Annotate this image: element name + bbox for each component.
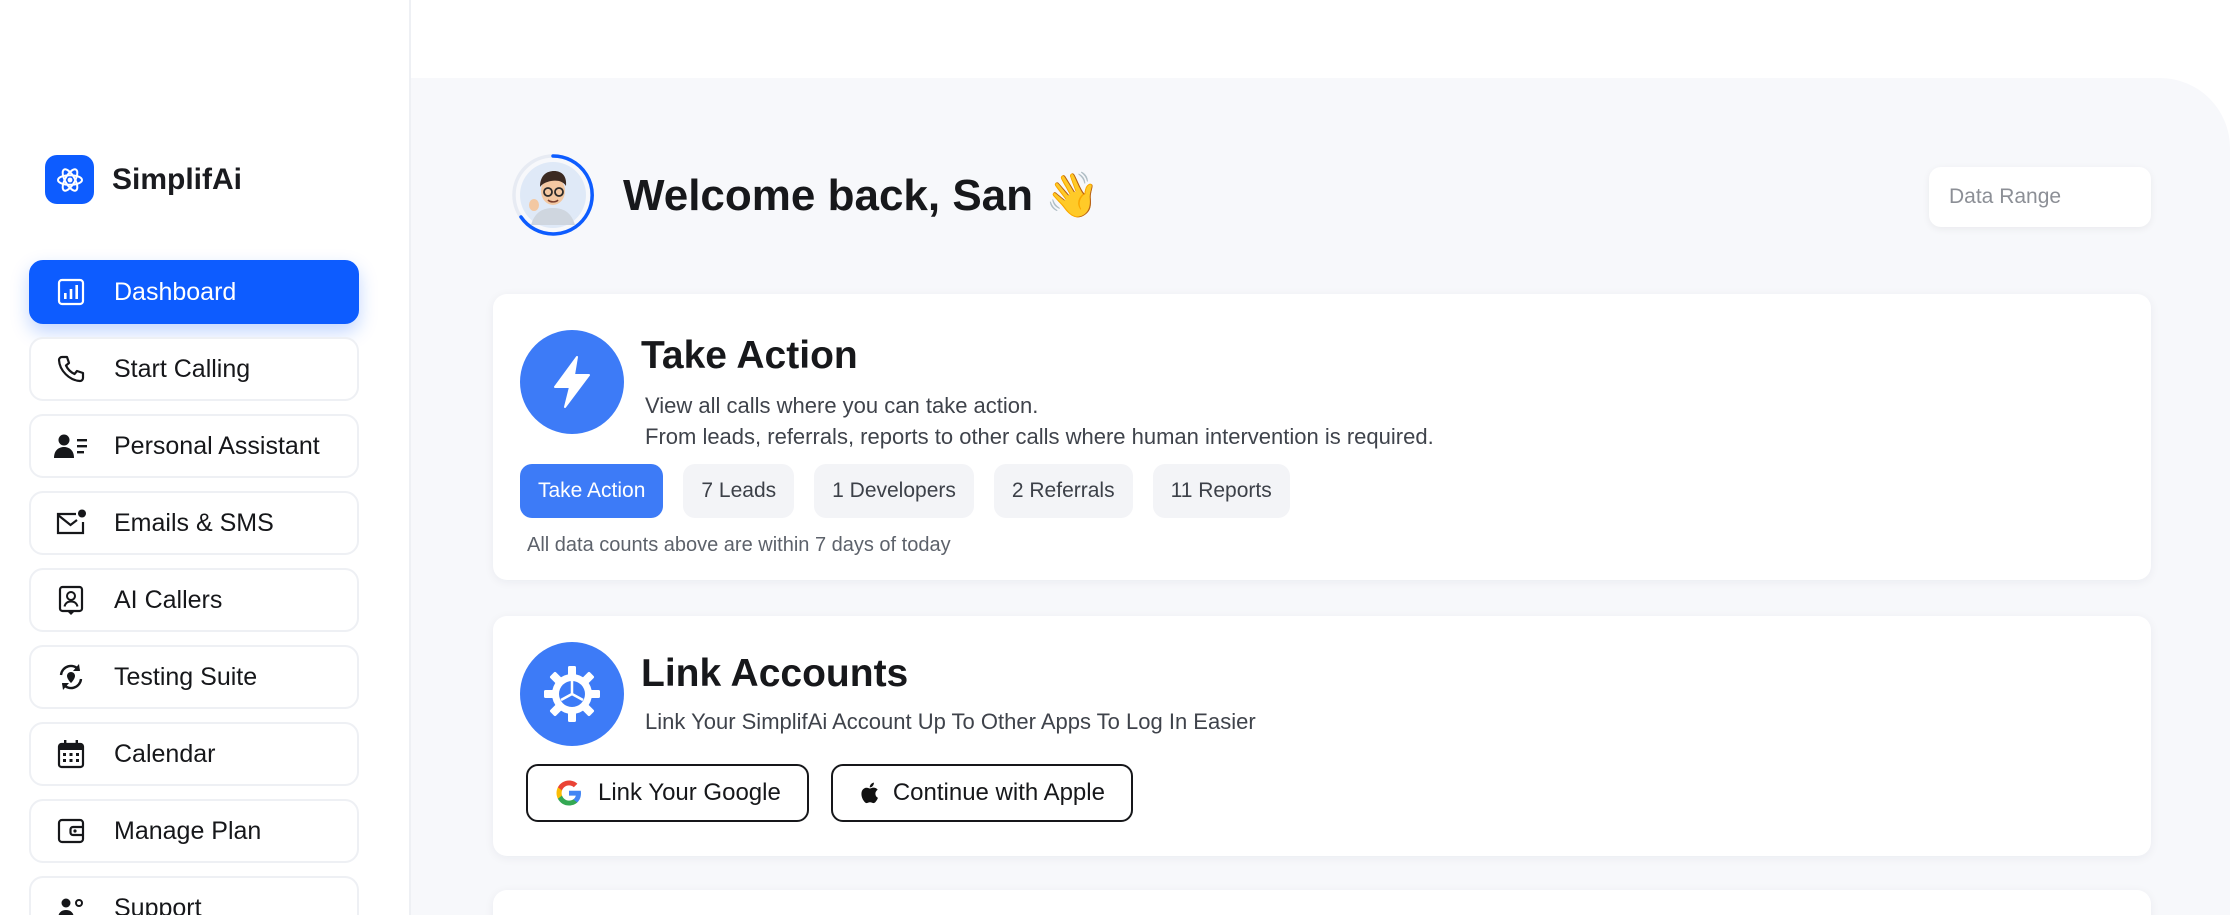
take-action-desc-line1: View all calls where you can take action… xyxy=(645,393,1039,418)
id-card-icon xyxy=(53,582,89,618)
sidebar-item-personal-assistant[interactable]: Personal Assistant xyxy=(29,414,359,478)
avatar[interactable] xyxy=(511,153,595,237)
take-action-card: Take Action View all calls where you can… xyxy=(493,294,2151,580)
sidebar-item-label: AI Callers xyxy=(114,585,223,614)
sidebar-item-support[interactable]: Support xyxy=(29,876,359,915)
sidebar-item-manage-plan[interactable]: Manage Plan xyxy=(29,799,359,863)
link-accounts-card: Link Accounts Link Your SimplifAi Accoun… xyxy=(493,616,2151,856)
link-accounts-description: Link Your SimplifAi Account Up To Other … xyxy=(645,709,1256,734)
link-accounts-title: Link Accounts xyxy=(641,652,909,695)
sidebar-nav: Dashboard Start Calling Personal Assista… xyxy=(29,260,359,915)
calendar-icon xyxy=(53,736,89,772)
sidebar-item-label: Calendar xyxy=(114,739,216,768)
data-count-note: All data counts above are within 7 days … xyxy=(527,534,951,556)
support-icon xyxy=(53,890,89,915)
date-range-input[interactable]: Data Range xyxy=(1929,167,2151,227)
google-icon xyxy=(554,778,584,808)
phone-icon xyxy=(53,351,89,387)
brand[interactable]: SimplifAi xyxy=(45,155,242,204)
next-card xyxy=(493,890,2151,915)
chip-referrals[interactable]: 2 Referrals xyxy=(993,464,1133,518)
sidebar-item-start-calling[interactable]: Start Calling xyxy=(29,337,359,401)
lightning-icon xyxy=(520,330,624,434)
mail-icon xyxy=(53,505,89,541)
sidebar-item-label: Support xyxy=(114,893,202,915)
page-header: Welcome back, San 👋 xyxy=(511,153,1100,237)
sidebar-item-label: Start Calling xyxy=(114,354,251,383)
user-list-icon xyxy=(53,428,89,464)
sidebar: SimplifAi Dashboard Start Calling Person… xyxy=(0,0,411,915)
apple-icon xyxy=(859,781,879,805)
take-action-filter-chips: Take Action 7 Leads 1 Developers 2 Refer… xyxy=(520,464,1310,518)
chip-developers[interactable]: 1 Developers xyxy=(814,464,974,518)
take-action-description: View all calls where you can take action… xyxy=(645,390,1434,452)
chip-reports[interactable]: 11 Reports xyxy=(1152,464,1290,518)
chip-take-action[interactable]: Take Action xyxy=(520,464,664,518)
oauth-buttons: Link Your Google Continue with Apple xyxy=(526,764,1155,822)
sidebar-item-label: Testing Suite xyxy=(114,662,258,691)
main-content: Welcome back, San 👋 Data Range Take Acti… xyxy=(411,78,2230,915)
take-action-title: Take Action xyxy=(641,334,858,377)
brand-name: SimplifAi xyxy=(112,162,243,196)
link-google-button[interactable]: Link Your Google xyxy=(526,764,809,822)
chip-leads[interactable]: 7 Leads xyxy=(683,464,795,518)
sidebar-item-label: Manage Plan xyxy=(114,816,262,845)
wallet-icon xyxy=(53,813,89,849)
sidebar-item-label: Emails & SMS xyxy=(114,508,274,537)
gear-icon xyxy=(520,642,624,746)
sidebar-item-dashboard[interactable]: Dashboard xyxy=(29,260,359,324)
take-action-desc-line2: From leads, referrals, reports to other … xyxy=(645,424,1434,449)
link-google-label: Link Your Google xyxy=(598,779,781,806)
sidebar-item-label: Dashboard xyxy=(114,277,237,306)
continue-with-apple-button[interactable]: Continue with Apple xyxy=(830,764,1133,822)
refresh-pin-icon xyxy=(53,659,89,695)
welcome-heading: Welcome back, San 👋 xyxy=(623,171,1101,220)
sidebar-item-ai-callers[interactable]: AI Callers xyxy=(29,568,359,632)
continue-with-apple-label: Continue with Apple xyxy=(892,779,1105,806)
sidebar-item-label: Personal Assistant xyxy=(114,431,320,460)
app-root: SimplifAi Dashboard Start Calling Person… xyxy=(0,0,2230,915)
sidebar-item-calendar[interactable]: Calendar xyxy=(29,722,359,786)
sidebar-item-testing-suite[interactable]: Testing Suite xyxy=(29,645,359,709)
sidebar-item-emails-sms[interactable]: Emails & SMS xyxy=(29,491,359,555)
atom-icon xyxy=(45,155,94,204)
bar-chart-icon xyxy=(53,274,89,310)
